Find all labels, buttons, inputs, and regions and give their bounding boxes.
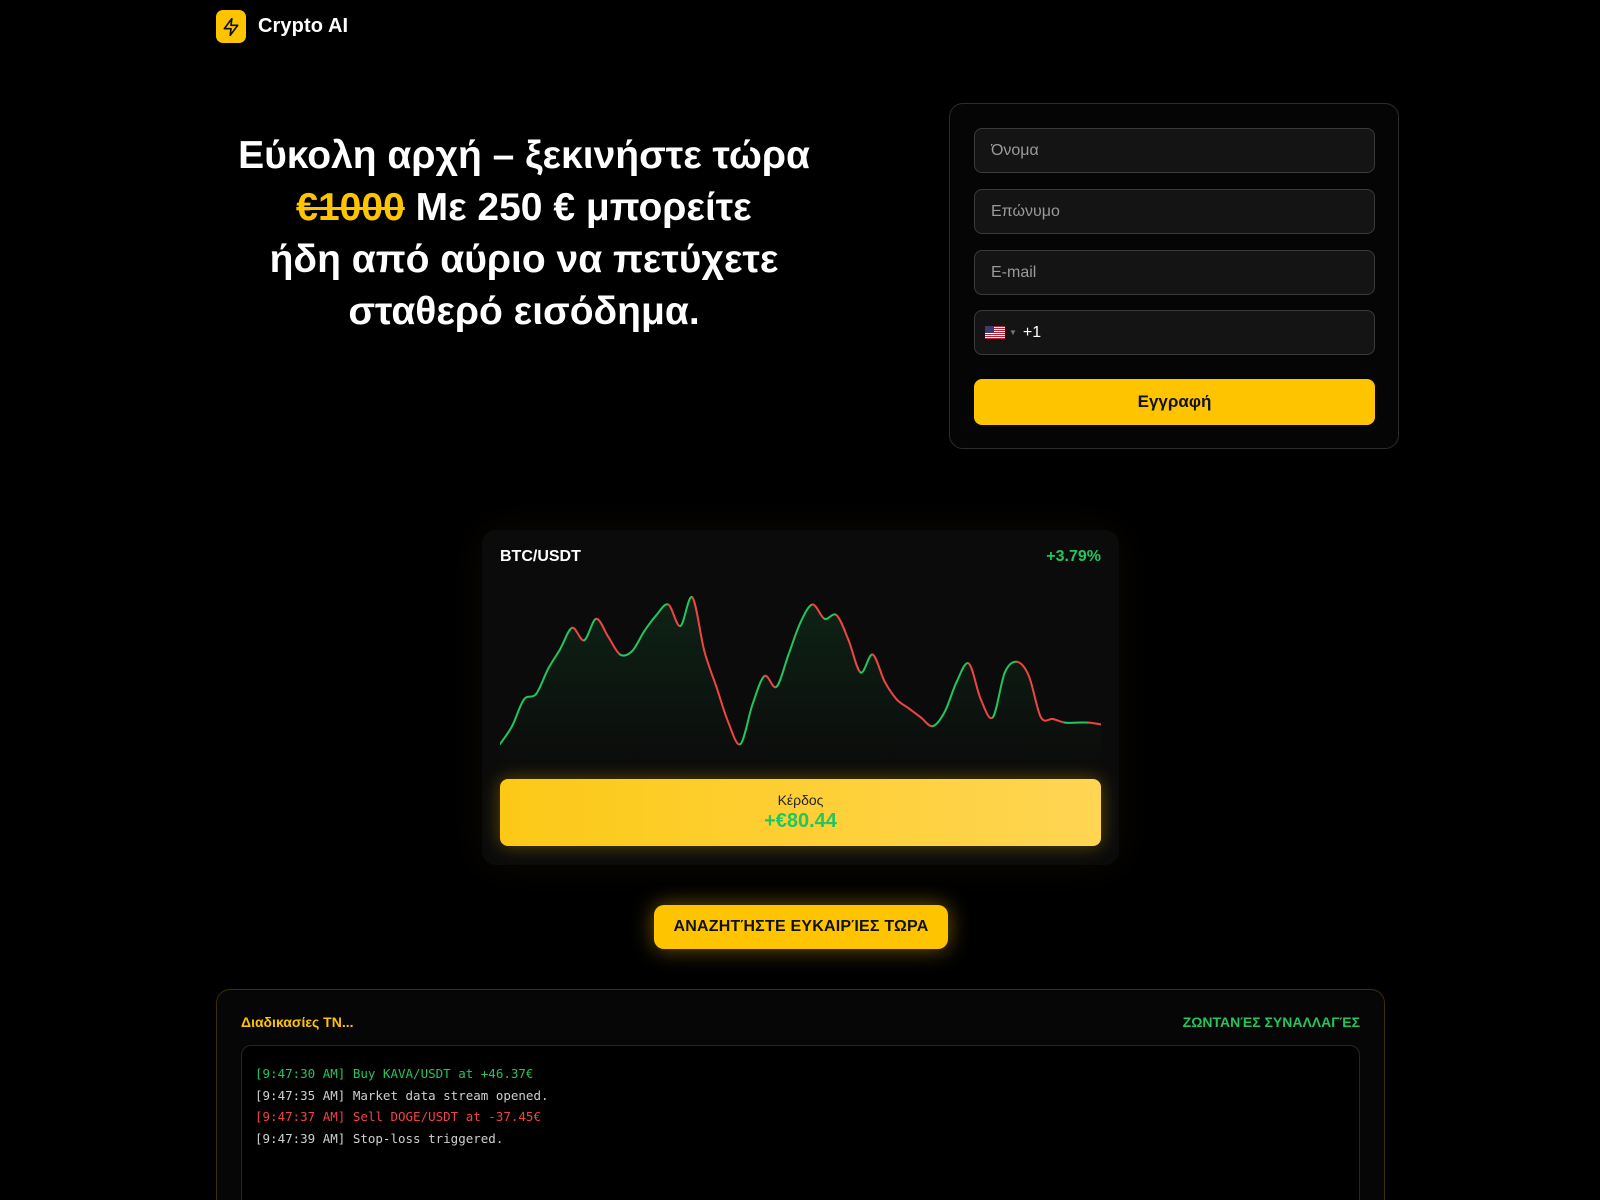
page: Crypto AI Εύκολη αρχή – ξεκινήστε τώρα €… (0, 0, 1600, 1200)
phone-field: ▼ +1 (974, 310, 1375, 355)
ai-terminal: Διαδικασίες ΤΝ... ΖΩΝΤΑΝΈΣ ΣΥΝΑΛΛΑΓΈΣ [9… (216, 989, 1385, 1200)
last-name-input[interactable] (974, 189, 1375, 234)
chart-card: BTC/USDT +3.79% Κέρδος +€80.44 (482, 530, 1119, 865)
profit-label: Κέρδος (777, 792, 824, 808)
profit-value: +€80.44 (764, 810, 837, 832)
profit-banner: Κέρδος +€80.44 (500, 779, 1101, 846)
hero-headline: Εύκολη αρχή – ξεκινήστε τώρα €1000 Με 25… (215, 130, 833, 338)
phone-country-code: +1 (1022, 323, 1042, 341)
terminal-title: Διαδικασίες ΤΝ... (241, 1014, 354, 1030)
hero-line-1: Εύκολη αρχή – ξεκινήστε τώρα (238, 134, 810, 177)
email-input[interactable] (974, 250, 1375, 295)
live-trades-label: ΖΩΝΤΑΝΈΣ ΣΥΝΑΛΛΑΓΈΣ (1182, 1014, 1360, 1030)
hero-old-price: €1000 (296, 186, 405, 229)
chevron-down-icon: ▼ (1009, 328, 1017, 337)
register-button[interactable]: Εγγραφή (974, 379, 1375, 425)
find-opportunities-button[interactable]: ΑΝΑΖΗΤΉΣΤΕ ΕΥΚΑΙΡΊΕΣ ΤΩΡΑ (654, 905, 948, 949)
hero-line-3: ήδη από αύριο να πετύχετε (269, 238, 779, 281)
log-line: [9:47:39 AM] Stop-loss triggered. (255, 1130, 504, 1146)
country-selector[interactable]: ▼ (985, 326, 1023, 339)
price-chart (500, 596, 1101, 770)
trading-pair: BTC/USDT (500, 548, 581, 565)
terminal-log: [9:47:30 AM] Buy KAVA/USDT at +46.37€ [9:… (241, 1045, 1360, 1200)
hero-line-2: Με 250 € μπορείτε (404, 186, 752, 229)
registration-form: ▼ +1 Εγγραφή (949, 103, 1399, 449)
first-name-input[interactable] (974, 128, 1375, 173)
log-line: [9:47:35 AM] Market data stream opened. (255, 1087, 549, 1103)
us-flag-icon (985, 326, 1005, 339)
log-line: [9:47:37 AM] Sell DOGE/USDT at -37.45€ (255, 1109, 541, 1124)
brand-name: Crypto AI (258, 15, 349, 37)
lightning-icon (216, 10, 246, 43)
brand[interactable]: Crypto AI (216, 10, 348, 43)
hero-line-4: σταθερό εισόδημα. (348, 290, 700, 333)
phone-input[interactable] (1041, 311, 1374, 354)
log-line: [9:47:30 AM] Buy KAVA/USDT at +46.37€ (255, 1066, 534, 1081)
price-change: +3.79% (1046, 548, 1101, 565)
